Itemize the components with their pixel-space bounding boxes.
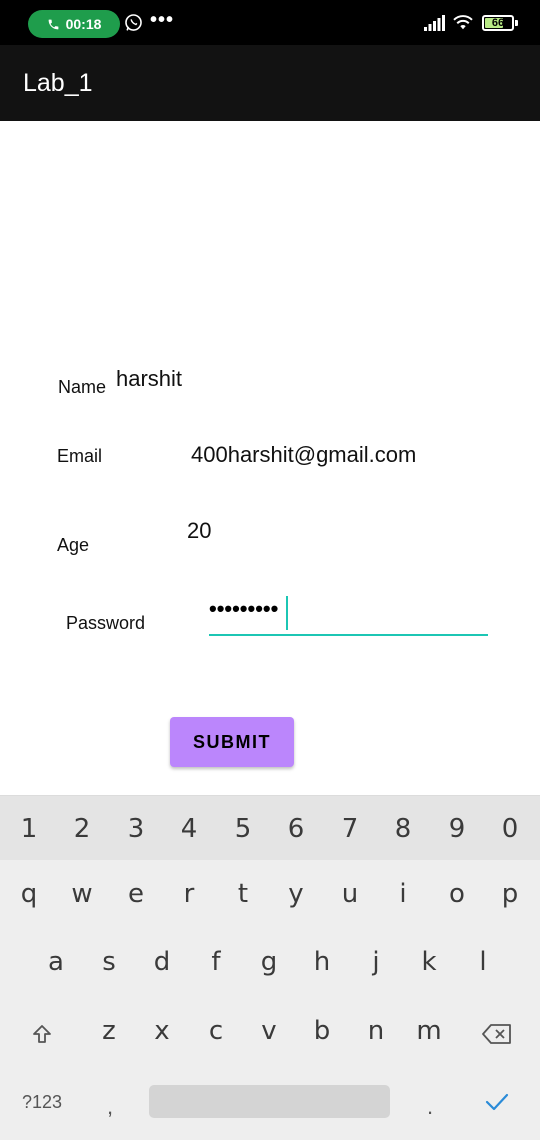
key-z[interactable]: z xyxy=(89,1016,129,1046)
key-c[interactable]: c xyxy=(196,1016,236,1046)
wifi-icon xyxy=(453,15,473,30)
soft-keyboard: 1 2 3 4 5 6 7 8 9 0 q w e r t y u i o p … xyxy=(0,795,540,1140)
backspace-icon[interactable] xyxy=(481,1022,513,1046)
key-k[interactable]: k xyxy=(409,947,449,977)
symbols-key[interactable]: ?123 xyxy=(16,1092,68,1113)
email-label: Email xyxy=(57,446,103,466)
overflow-dots-icon: ••• xyxy=(150,9,175,31)
key-h[interactable]: h xyxy=(302,947,342,977)
text-cursor xyxy=(286,596,288,630)
email-field[interactable]: 400harshit@gmail.com xyxy=(191,442,416,468)
key-x[interactable]: x xyxy=(142,1016,182,1046)
app-title: Lab_1 xyxy=(23,69,93,97)
key-4[interactable]: 4 xyxy=(169,814,209,844)
key-o[interactable]: o xyxy=(437,879,477,909)
age-label: Age xyxy=(57,535,90,555)
call-time: 00:18 xyxy=(65,16,102,32)
period-key[interactable]: . xyxy=(420,1094,440,1120)
key-s[interactable]: s xyxy=(89,947,129,977)
app-bar: Lab_1 xyxy=(0,45,540,121)
key-l[interactable]: l xyxy=(463,947,503,977)
key-u[interactable]: u xyxy=(330,879,370,909)
name-field[interactable]: harshit xyxy=(116,366,182,392)
key-r[interactable]: r xyxy=(169,879,209,909)
key-6[interactable]: 6 xyxy=(276,814,316,844)
battery-icon: 66 xyxy=(482,15,514,31)
key-5[interactable]: 5 xyxy=(223,814,263,844)
key-g[interactable]: g xyxy=(249,947,289,977)
key-i[interactable]: i xyxy=(383,879,423,909)
checkmark-icon[interactable] xyxy=(484,1091,510,1113)
key-m[interactable]: m xyxy=(409,1016,449,1046)
submit-button[interactable]: SUBMIT xyxy=(170,717,294,767)
key-w[interactable]: w xyxy=(62,879,102,909)
password-field[interactable]: ••••••••• xyxy=(209,594,488,636)
key-t[interactable]: t xyxy=(223,879,263,909)
key-v[interactable]: v xyxy=(249,1016,289,1046)
age-field[interactable]: 20 xyxy=(187,518,211,544)
key-f[interactable]: f xyxy=(196,947,236,977)
key-p[interactable]: p xyxy=(490,879,530,909)
key-3[interactable]: 3 xyxy=(116,814,156,844)
shift-icon[interactable] xyxy=(30,1022,54,1046)
comma-key[interactable]: , xyxy=(100,1094,120,1120)
signal-icon xyxy=(424,15,445,31)
space-bar[interactable] xyxy=(149,1085,390,1118)
key-y[interactable]: y xyxy=(276,879,316,909)
key-e[interactable]: e xyxy=(116,879,156,909)
key-j[interactable]: j xyxy=(356,947,396,977)
key-2[interactable]: 2 xyxy=(62,814,102,844)
phone-icon xyxy=(48,19,58,29)
battery-level: 66 xyxy=(491,17,505,29)
key-n[interactable]: n xyxy=(356,1016,396,1046)
key-1[interactable]: 1 xyxy=(9,814,49,844)
key-b[interactable]: b xyxy=(302,1016,342,1046)
key-a[interactable]: a xyxy=(36,947,76,977)
whatsapp-icon xyxy=(125,14,142,31)
ongoing-call-indicator[interactable]: 00:18 xyxy=(28,10,120,38)
key-0[interactable]: 0 xyxy=(490,814,530,844)
key-7[interactable]: 7 xyxy=(330,814,370,844)
status-bar: 00:18 ••• 66 xyxy=(0,0,540,45)
name-label: Name xyxy=(58,377,107,397)
keyboard-number-row: 1 2 3 4 5 6 7 8 9 0 xyxy=(0,796,540,860)
key-8[interactable]: 8 xyxy=(383,814,423,844)
key-9[interactable]: 9 xyxy=(437,814,477,844)
password-label: Password xyxy=(66,613,146,633)
key-q[interactable]: q xyxy=(9,879,49,909)
key-d[interactable]: d xyxy=(142,947,182,977)
password-value: ••••••••• xyxy=(209,596,279,621)
